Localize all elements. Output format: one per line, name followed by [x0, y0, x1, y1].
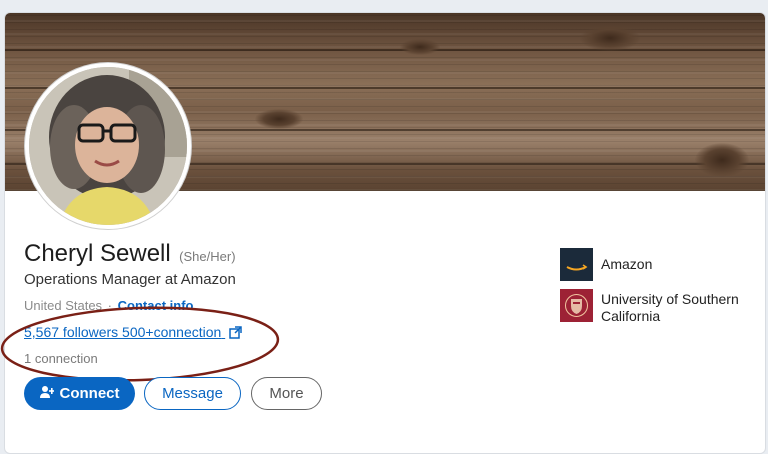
org-name-usc: University of Southern California: [601, 291, 739, 324]
add-person-icon: [39, 385, 55, 403]
more-label: More: [269, 385, 304, 402]
more-button[interactable]: More: [251, 377, 322, 410]
name-row: Cheryl Sewell (She/Her): [24, 240, 236, 268]
org-item-amazon[interactable]: Amazon: [560, 248, 751, 281]
org-item-usc[interactable]: University of Southern California: [560, 289, 751, 325]
amazon-logo-icon: [560, 248, 593, 281]
message-button[interactable]: Message: [144, 377, 241, 410]
connect-button[interactable]: Connect: [24, 377, 135, 410]
connect-label: Connect: [59, 385, 120, 402]
profile-pronouns: (She/Her): [179, 249, 236, 264]
profile-photo: [29, 67, 187, 225]
org-name-amazon: Amazon: [601, 256, 653, 272]
usc-seal-icon: [560, 289, 593, 322]
profile-name: Cheryl Sewell: [24, 240, 171, 267]
message-label: Message: [162, 385, 223, 402]
profile-avatar[interactable]: [25, 63, 191, 229]
profile-headline: Operations Manager at Amazon: [24, 271, 236, 288]
